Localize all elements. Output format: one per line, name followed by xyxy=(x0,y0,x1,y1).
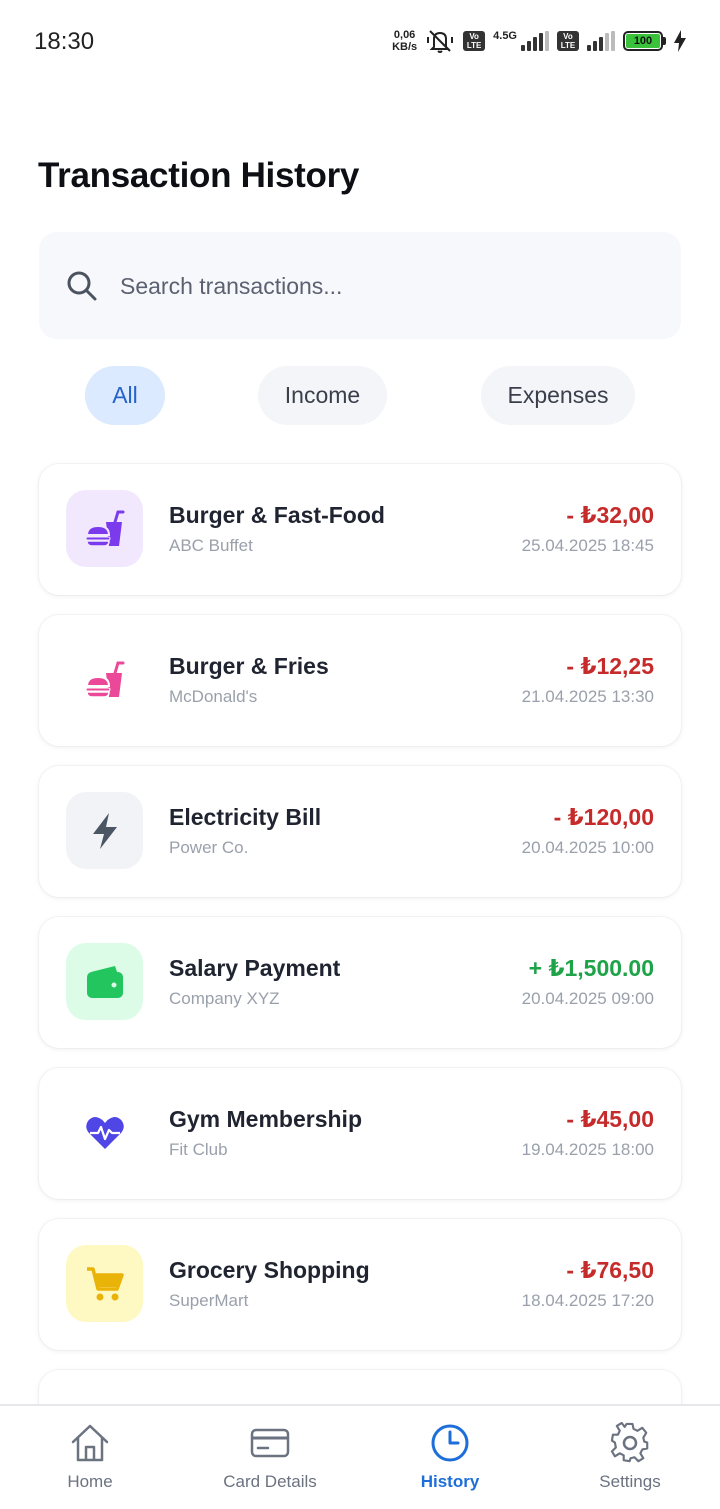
transaction-title: Burger & Fast-Food xyxy=(169,502,385,528)
transaction-amount: - ₺120,00 xyxy=(553,804,654,830)
transaction-merchant: SuperMart xyxy=(169,1291,249,1310)
home-icon xyxy=(71,1424,109,1462)
network-speed-value: 0,06 xyxy=(393,29,416,41)
transaction-row[interactable]: Grocery Shopping SuperMart - ₺76,50 18.0… xyxy=(39,1219,681,1350)
transaction-icon xyxy=(66,1094,143,1171)
network-speed: 0,06 KB/s xyxy=(392,29,417,53)
transaction-row[interactable]: Gym Membership Fit Club - ₺45,00 19.04.2… xyxy=(39,1068,681,1199)
transaction-merchant: McDonald's xyxy=(169,687,258,706)
network-speed-unit: KB/s xyxy=(392,41,418,53)
transaction-amount: - ₺32,00 xyxy=(566,502,654,528)
transaction-row[interactable]: Burger & Fast-Food ABC Buffet - ₺32,00 2… xyxy=(39,464,681,595)
bottom-navigation: Home Card Details History Settings xyxy=(0,1404,720,1509)
transaction-title: Salary Payment xyxy=(169,955,341,981)
nav-settings-label: Settings xyxy=(599,1472,661,1491)
lightning-icon xyxy=(92,812,117,849)
transaction-icon xyxy=(66,1245,143,1322)
battery-icon: 100 xyxy=(623,31,666,51)
transaction-date: 18.04.2025 17:20 xyxy=(521,1291,654,1310)
nav-home-label: Home xyxy=(67,1472,113,1491)
transaction-amount: - ₺12,25 xyxy=(566,653,654,679)
filter-expenses[interactable]: Expenses xyxy=(481,366,635,425)
nav-home[interactable]: Home xyxy=(20,1406,160,1509)
transaction-date: 25.04.2025 18:45 xyxy=(521,536,654,555)
gear-icon xyxy=(610,1422,649,1463)
transaction-merchant: Power Co. xyxy=(169,838,249,857)
network-type: 4.5G xyxy=(493,30,517,42)
fast-food-icon xyxy=(85,510,124,547)
battery-level: 100 xyxy=(626,34,660,48)
transaction-date: 20.04.2025 10:00 xyxy=(521,838,654,857)
clock-icon xyxy=(431,1424,469,1462)
status-indicators: 0,06 KB/s Vo LTE 4.5G Vo LTE 100 xyxy=(392,26,686,56)
wallet-icon xyxy=(86,965,123,998)
volte-badge-2: Vo LTE xyxy=(557,31,579,51)
transaction-icon xyxy=(66,490,143,567)
signal-strength-icon-2 xyxy=(587,31,615,51)
transaction-row[interactable]: Burger & Fries McDonald's - ₺12,25 21.04… xyxy=(39,615,681,746)
transaction-merchant: Company XYZ xyxy=(169,989,280,1008)
charging-icon xyxy=(674,30,686,52)
transaction-amount: - ₺45,00 xyxy=(566,1106,654,1132)
nav-history[interactable]: History xyxy=(380,1406,520,1509)
heartbeat-icon xyxy=(85,1116,124,1149)
vibrate-mute-icon xyxy=(427,30,454,53)
transaction-date: 21.04.2025 13:30 xyxy=(521,687,654,706)
cart-icon xyxy=(86,1266,124,1300)
nav-card-details[interactable]: Card Details xyxy=(200,1406,340,1509)
transaction-icon xyxy=(66,641,143,718)
transaction-amount: - ₺76,50 xyxy=(566,1257,654,1283)
transaction-title: Gym Membership xyxy=(169,1106,362,1132)
transaction-merchant: ABC Buffet xyxy=(169,536,253,555)
transaction-title: Grocery Shopping xyxy=(169,1257,370,1283)
transaction-title: Burger & Fries xyxy=(169,653,329,679)
fast-food-icon xyxy=(85,661,124,698)
transaction-amount: + ₺1,500.00 xyxy=(528,955,654,981)
volte-badge: Vo LTE xyxy=(463,31,486,51)
nav-settings[interactable]: Settings xyxy=(560,1406,700,1509)
transaction-date: 20.04.2025 09:00 xyxy=(521,989,654,1008)
transaction-icon xyxy=(66,943,143,1020)
filter-all[interactable]: All xyxy=(85,366,165,425)
search-input[interactable] xyxy=(120,268,640,304)
credit-card-icon xyxy=(250,1428,290,1458)
search-icon xyxy=(67,271,97,301)
transaction-row[interactable]: Electricity Bill Power Co. - ₺120,00 20.… xyxy=(39,766,681,897)
status-time: 18:30 xyxy=(34,28,95,55)
transaction-merchant: Fit Club xyxy=(169,1140,228,1159)
nav-card-details-label: Card Details xyxy=(223,1472,317,1491)
transaction-icon xyxy=(66,792,143,869)
filter-income[interactable]: Income xyxy=(258,366,387,425)
page-title: Transaction History xyxy=(38,156,360,195)
nav-history-label: History xyxy=(420,1472,480,1491)
status-bar: 18:30 0,06 KB/s Vo LTE 4.5G Vo LTE 100 xyxy=(0,0,720,80)
transaction-date: 19.04.2025 18:00 xyxy=(521,1140,654,1159)
signal-strength-icon xyxy=(521,31,549,51)
transaction-row[interactable]: Salary Payment Company XYZ + ₺1,500.00 2… xyxy=(39,917,681,1048)
transaction-title: Electricity Bill xyxy=(169,804,322,830)
